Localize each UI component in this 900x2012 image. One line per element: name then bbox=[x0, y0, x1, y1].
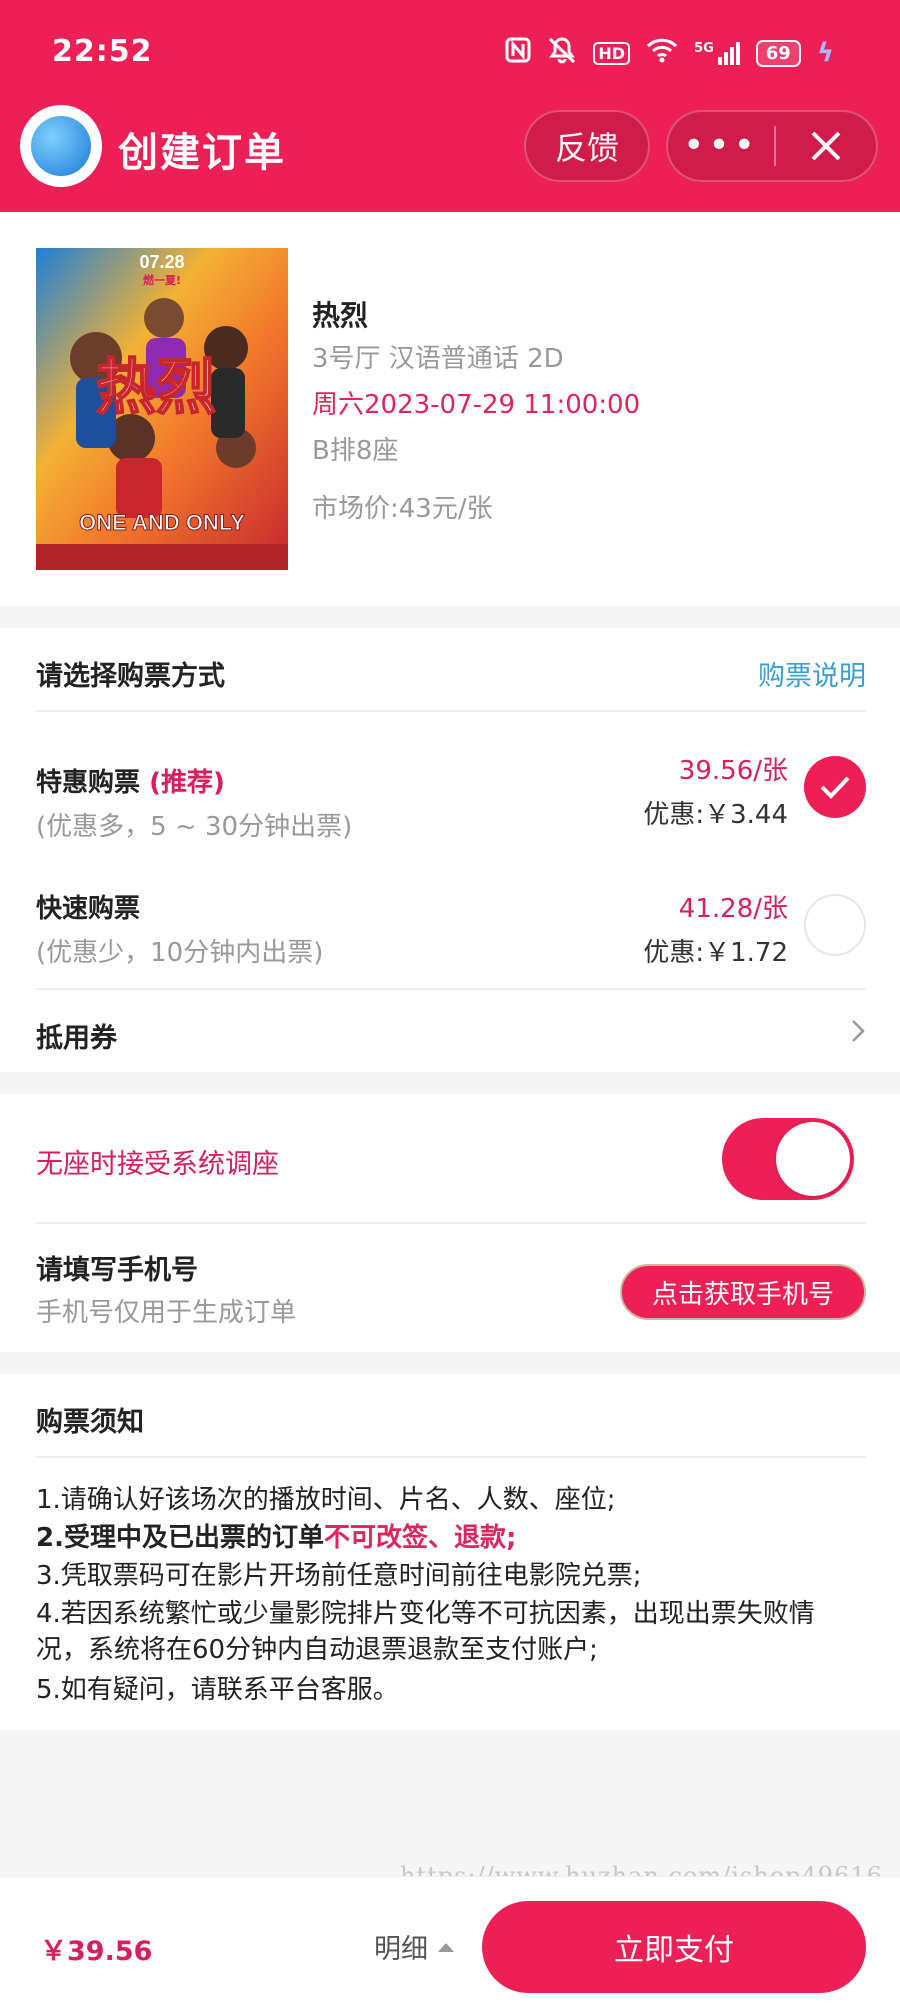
option-radio-unselected[interactable] bbox=[804, 894, 866, 956]
option-title: 快速购票 bbox=[36, 894, 141, 924]
seat-settings-card: 无座时接受系统调座 请填写手机号 手机号仅用于生成订单 点击获取手机号 bbox=[0, 1094, 900, 1352]
checkmark-icon bbox=[820, 776, 850, 799]
get-phone-button[interactable]: 点击获取手机号 bbox=[620, 1264, 866, 1320]
poster-english-title: ONE AND ONLY bbox=[79, 510, 245, 535]
notice-item: 4.若因系统繁忙或少量影院排片变化等不可抗因素，出现出票失败情况，系统将在60分… bbox=[36, 1599, 815, 1665]
option-price: 41.28/张 bbox=[678, 894, 788, 924]
charging-icon: ϟ bbox=[816, 38, 834, 68]
notice-item: 5.如有疑问，请联系平台客服。 bbox=[36, 1675, 399, 1705]
poster-tagline: 燃一夏! bbox=[142, 273, 181, 287]
detail-toggle[interactable]: 明细 bbox=[374, 1927, 454, 1966]
status-time: 22:52 bbox=[52, 34, 153, 69]
close-button[interactable] bbox=[776, 129, 876, 163]
option-radio-selected[interactable] bbox=[804, 756, 866, 818]
page-title: 创建订单 bbox=[118, 130, 286, 176]
status-icons: HD 5G 69 ϟ bbox=[505, 36, 834, 70]
total-price: ￥39.56 bbox=[40, 1936, 153, 1967]
auto-seat-toggle[interactable] bbox=[722, 1118, 854, 1200]
notice-item: 1.请确认好该场次的播放时间、片名、人数、座位; bbox=[36, 1485, 616, 1515]
battery-indicator: 69 bbox=[755, 39, 801, 67]
purchase-help-link[interactable]: 购票说明 bbox=[758, 654, 866, 693]
notice-title: 购票须知 bbox=[36, 1407, 144, 1438]
signal-5g-icon: 5G bbox=[694, 41, 740, 65]
movie-showtime: 周六2023-07-29 11:00:00 bbox=[312, 390, 641, 420]
poster-date: 07.28 bbox=[139, 252, 184, 272]
notice-item: 2.受理中及已出票的订单不可改签、退款; bbox=[36, 1523, 517, 1553]
coupon-label: 抵用券 bbox=[36, 1023, 117, 1054]
movie-poster[interactable]: 07.28 燃一夏! 热烈 ONE AND ONLY bbox=[36, 248, 288, 570]
market-price: 市场价:43元/张 bbox=[312, 494, 493, 524]
checkout-bar: ￥39.56 明细 立即支付 bbox=[0, 1876, 900, 2012]
purchase-section-title: 请选择购票方式 bbox=[36, 661, 225, 692]
movie-seat: B排8座 bbox=[312, 436, 399, 466]
hd-icon: HD bbox=[593, 41, 631, 65]
pay-now-button[interactable]: 立即支付 bbox=[482, 1901, 866, 1993]
phone-hint: 手机号仅用于生成订单 bbox=[36, 1298, 297, 1328]
movie-info-card: 07.28 燃一夏! 热烈 ONE AND ONLY 热烈 3号厅 汉语普通话 … bbox=[0, 212, 900, 606]
notice-item: 3.凭取票码可在影片开场前任意时间前往电影院兑票; bbox=[36, 1561, 642, 1591]
purchase-method-card: 请选择购票方式 购票说明 特惠购票 (推荐) (优惠多，5 ~ 30分钟出票) … bbox=[0, 628, 900, 1072]
notice-card: 购票须知 1.请确认好该场次的播放时间、片名、人数、座位; 2.受理中及已出票的… bbox=[0, 1374, 900, 1730]
option-desc: (优惠多，5 ~ 30分钟出票) bbox=[36, 812, 353, 842]
option-price: 39.56/张 bbox=[678, 756, 788, 786]
mini-program-capsule: ••• bbox=[666, 110, 878, 182]
caret-up-icon bbox=[438, 1942, 454, 1952]
detail-label: 明细 bbox=[374, 1934, 428, 1965]
wifi-icon bbox=[646, 37, 678, 69]
option-title: 特惠购票 (推荐) bbox=[36, 768, 225, 798]
app-logo bbox=[20, 105, 102, 187]
feedback-button[interactable]: 反馈 bbox=[524, 110, 650, 182]
option-discount: 优惠:￥3.44 bbox=[643, 800, 788, 830]
mute-icon bbox=[547, 36, 577, 70]
poster-title-art: 热烈 bbox=[96, 353, 216, 423]
more-button[interactable]: ••• bbox=[668, 128, 774, 164]
nfc-icon bbox=[505, 37, 531, 69]
phone-label: 请填写手机号 bbox=[36, 1255, 198, 1286]
option-discount: 优惠:￥1.72 bbox=[643, 938, 788, 968]
app-header: 22:52 HD 5G 69 ϟ 创建订单 反馈 ••• bbox=[0, 0, 900, 212]
chevron-right-icon bbox=[850, 1018, 866, 1048]
auto-seat-label: 无座时接受系统调座 bbox=[36, 1149, 279, 1180]
close-icon bbox=[811, 131, 841, 161]
movie-hall: 3号厅 汉语普通话 2D bbox=[312, 344, 564, 374]
option-desc: (优惠少，10分钟内出票) bbox=[36, 938, 324, 968]
movie-title: 热烈 bbox=[312, 299, 369, 332]
